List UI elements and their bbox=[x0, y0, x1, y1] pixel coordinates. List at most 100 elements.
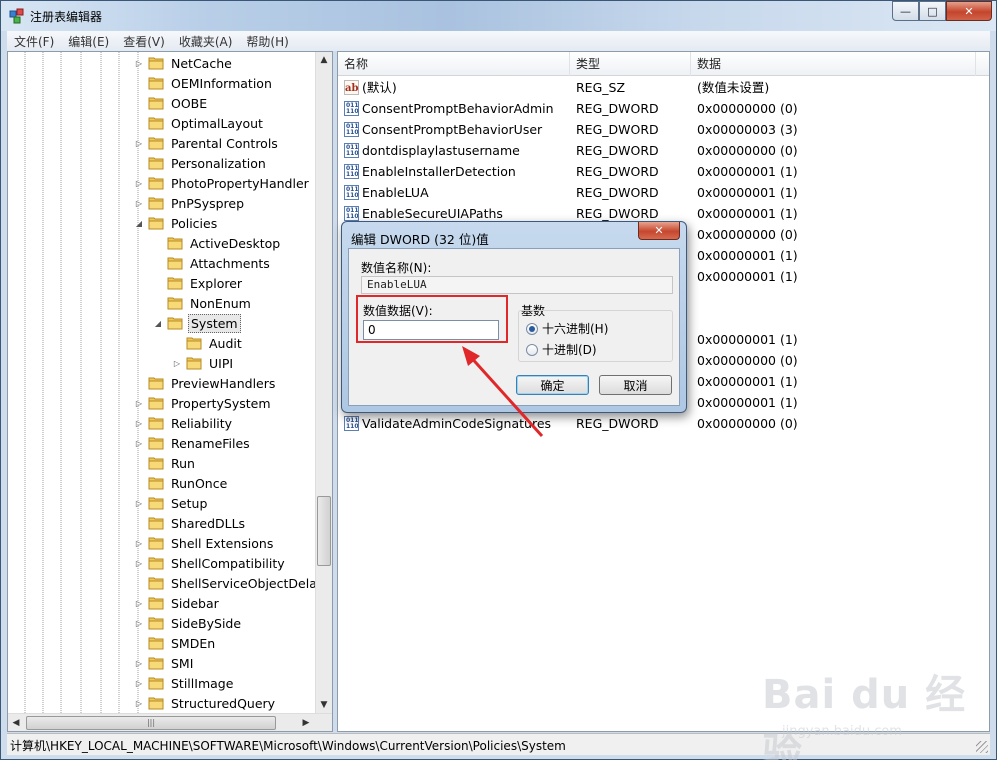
folder-icon bbox=[167, 237, 183, 250]
expand-arrow-icon[interactable]: ▷ bbox=[134, 559, 144, 568]
tree-item[interactable]: ▷ StructuredQuery bbox=[134, 693, 277, 713]
folder-icon bbox=[186, 357, 202, 370]
tree-item[interactable]: PreviewHandlers bbox=[134, 373, 277, 393]
tree-item[interactable]: Explorer bbox=[153, 273, 244, 293]
tree-item-label: SideBySide bbox=[171, 615, 242, 631]
tree-item[interactable]: Personalization bbox=[134, 153, 268, 173]
value-type-cell: REG_DWORD bbox=[576, 143, 659, 158]
expand-arrow-icon[interactable]: ▷ bbox=[134, 679, 144, 688]
tree-item[interactable]: ◢ Policies bbox=[134, 213, 219, 233]
tree-item[interactable]: Audit bbox=[172, 333, 244, 353]
list-row[interactable]: 011 110 ConsentPromptBehaviorUser REG_DWOR… bbox=[338, 119, 989, 140]
close-button[interactable]: ✕ bbox=[946, 1, 992, 21]
tree-item[interactable]: ▷ SMI bbox=[134, 653, 195, 673]
tree-item[interactable]: OptimalLayout bbox=[134, 113, 265, 133]
expand-arrow-icon[interactable]: ▷ bbox=[134, 659, 144, 668]
expand-arrow-icon[interactable]: ▷ bbox=[134, 539, 144, 548]
value-data-cell: 0x00000001 (1) bbox=[697, 332, 798, 347]
tree-item[interactable]: SMDEn bbox=[134, 633, 217, 653]
menu-file[interactable]: 文件(F) bbox=[7, 33, 61, 50]
value-data-cell: 0x00000001 (1) bbox=[697, 395, 798, 410]
expand-arrow-icon[interactable]: ▷ bbox=[134, 439, 144, 448]
expand-arrow-icon[interactable]: ◢ bbox=[134, 219, 144, 228]
list-row[interactable]: 011 110 EnableInstallerDetection REG_DWORD… bbox=[338, 161, 989, 182]
expand-arrow-icon[interactable]: ▷ bbox=[134, 59, 144, 68]
tree-item[interactable]: ▷ SideBySide bbox=[134, 613, 243, 633]
expand-arrow-icon[interactable]: ▷ bbox=[134, 599, 144, 608]
tree-item-label: ActiveDesktop bbox=[190, 235, 281, 251]
tree-item[interactable]: ▷ Reliability bbox=[134, 413, 234, 433]
folder-icon bbox=[148, 457, 164, 470]
menu-view[interactable]: 查看(V) bbox=[116, 33, 172, 50]
list-row[interactable]: ab (默认) REG_SZ (数值未设置) bbox=[338, 77, 989, 98]
folder-icon bbox=[148, 177, 164, 190]
tree-item[interactable]: ▷ Shell Extensions bbox=[134, 533, 275, 553]
tree-item[interactable]: OOBE bbox=[134, 93, 209, 113]
tree-item[interactable]: ▷ Parental Controls bbox=[134, 133, 280, 153]
string-value-icon: ab bbox=[344, 80, 359, 95]
radio-dec-icon[interactable] bbox=[526, 343, 538, 356]
column-data-header[interactable]: 数据 bbox=[691, 52, 976, 76]
scroll-right-icon[interactable]: ▶ bbox=[298, 714, 314, 731]
tree-item-label: Attachments bbox=[190, 255, 270, 271]
expand-arrow-icon[interactable]: ▷ bbox=[134, 399, 144, 408]
scroll-up-icon[interactable]: ▲ bbox=[316, 52, 332, 68]
tree-item[interactable]: ▷ NetCache bbox=[134, 53, 234, 73]
tree-item[interactable]: ShellServiceObjectDelayLoad bbox=[134, 573, 332, 593]
tree-horizontal-scrollbar[interactable]: ◀ ||| ▶ bbox=[8, 713, 332, 731]
tree-item[interactable]: ▷ Sidebar bbox=[134, 593, 221, 613]
tree-item[interactable]: Run bbox=[134, 453, 197, 473]
key-tree-pane[interactable]: ▷ NetCache OEMInformation OOBE OptimalLayout… bbox=[7, 51, 333, 732]
expand-arrow-icon[interactable]: ▷ bbox=[134, 139, 144, 148]
radio-hex[interactable]: 十六进制(H) bbox=[526, 320, 608, 337]
cancel-button[interactable]: 取消 bbox=[599, 375, 672, 395]
radio-hex-icon[interactable] bbox=[526, 322, 538, 335]
tree-item-label: Shell Extensions bbox=[171, 535, 274, 551]
list-row[interactable]: 011 110 ValidateAdminCodeSignatures REG_DW… bbox=[338, 413, 989, 434]
tree-item[interactable]: SharedDLLs bbox=[134, 513, 247, 533]
scroll-down-icon[interactable]: ▼ bbox=[316, 697, 332, 713]
tree-item[interactable]: ◢ System bbox=[153, 313, 241, 333]
expand-arrow-icon[interactable]: ▷ bbox=[134, 199, 144, 208]
column-name-header[interactable]: 名称 bbox=[338, 52, 570, 76]
expand-arrow-icon[interactable]: ▷ bbox=[134, 179, 144, 188]
tree-item[interactable]: ▷ RenameFiles bbox=[134, 433, 252, 453]
tree-hscroll-thumb[interactable]: ||| bbox=[26, 716, 276, 730]
watermark-url: jingyan.baidu.com bbox=[782, 724, 902, 739]
column-type-header[interactable]: 类型 bbox=[570, 52, 691, 76]
expand-arrow-icon[interactable]: ▷ bbox=[134, 619, 144, 628]
tree-item[interactable]: ▷ PropertySystem bbox=[134, 393, 273, 413]
tree-item[interactable]: NonEnum bbox=[153, 293, 253, 313]
expand-arrow-icon[interactable]: ▷ bbox=[134, 419, 144, 428]
ok-button[interactable]: 确定 bbox=[516, 375, 589, 395]
menu-help[interactable]: 帮助(H) bbox=[239, 33, 295, 50]
tree-vertical-scrollbar[interactable]: ▲ ▼ bbox=[315, 52, 332, 713]
tree-item[interactable]: Attachments bbox=[153, 253, 272, 273]
menu-edit[interactable]: 编辑(E) bbox=[61, 33, 116, 50]
expand-arrow-icon[interactable]: ▷ bbox=[172, 359, 182, 368]
expand-arrow-icon[interactable]: ▷ bbox=[134, 499, 144, 508]
list-row[interactable]: 011 110 ConsentPromptBehaviorAdmin REG_DWO… bbox=[338, 98, 989, 119]
maximize-button[interactable]: □ bbox=[919, 1, 946, 21]
tree-item[interactable]: RunOnce bbox=[134, 473, 229, 493]
tree-item[interactable]: ActiveDesktop bbox=[153, 233, 282, 253]
tree-vscroll-thumb[interactable] bbox=[317, 496, 331, 566]
tree-item[interactable]: ▷ ShellCompatibility bbox=[134, 553, 287, 573]
dialog-close-button[interactable]: ✕ bbox=[638, 222, 680, 240]
expand-arrow-icon[interactable]: ◢ bbox=[153, 319, 163, 328]
tree-item[interactable]: ▷ PnPSysprep bbox=[134, 193, 246, 213]
tree-item[interactable]: ▷ StillImage bbox=[134, 673, 235, 693]
tree-item-label: OptimalLayout bbox=[171, 115, 263, 131]
list-row[interactable]: 011 110 dontdisplaylastusername REG_DWORD 0… bbox=[338, 140, 989, 161]
scroll-left-icon[interactable]: ◀ bbox=[8, 714, 24, 731]
radio-dec[interactable]: 十进制(D) bbox=[526, 341, 597, 358]
list-row[interactable]: 011 110 EnableLUA REG_DWORD 0x00000001 (1) bbox=[338, 182, 989, 203]
tree-item[interactable]: ▷ Setup bbox=[134, 493, 209, 513]
menu-bar: 文件(F) 编辑(E) 查看(V) 收藏夹(A) 帮助(H) bbox=[7, 31, 990, 51]
menu-favorites[interactable]: 收藏夹(A) bbox=[172, 33, 240, 50]
minimize-button[interactable]: — bbox=[892, 1, 919, 21]
tree-item[interactable]: OEMInformation bbox=[134, 73, 274, 93]
tree-item[interactable]: ▷ UIPI bbox=[172, 353, 235, 373]
tree-item[interactable]: ▷ PhotoPropertyHandler bbox=[134, 173, 311, 193]
expand-arrow-icon[interactable]: ▷ bbox=[134, 699, 144, 708]
